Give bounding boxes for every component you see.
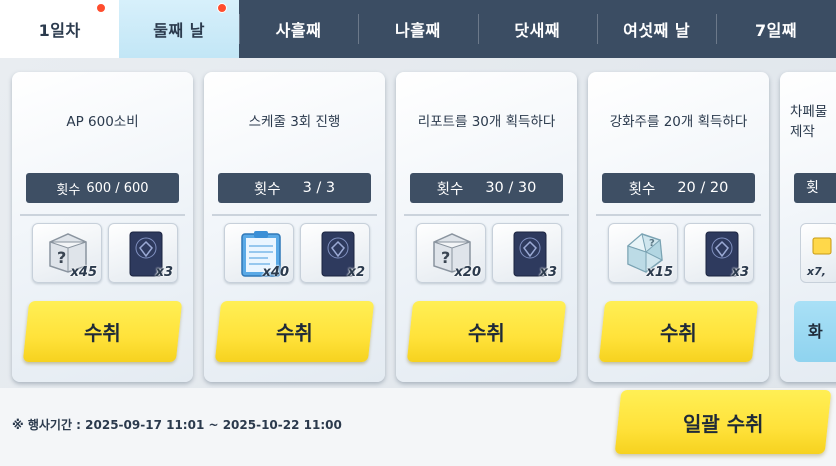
tab-label: 7일째 [755,21,798,40]
tab-day-3[interactable]: 사흘째 [238,0,358,58]
reward-item[interactable]: ? x15 [608,223,678,283]
tab-label: 닷새째 [514,21,561,40]
mission-title-line: 차페물 [790,104,828,120]
tab-day-2[interactable]: 둘째 날 [119,0,239,58]
reward-item[interactable]: x3 [108,223,178,283]
reward-item[interactable]: ? x20 [416,223,486,283]
reward-quantity: x3 [155,265,173,280]
reward-item[interactable]: ? x45 [32,223,102,283]
claim-all-button[interactable]: 일괄 수취 [614,390,832,454]
count-label: 횟수 [56,182,81,198]
notification-badge [216,3,227,13]
count-label: 횟수 [436,181,464,198]
mission-list[interactable]: AP 600소비 횟수 600 / 600 ? x45 x3 수취 스케줄 3회… [0,58,836,388]
mission-title: 차페물 제작 [790,102,827,142]
progress-bar: 횟수 3 / 3 [218,173,371,203]
tab-day-7[interactable]: 7일째 [716,0,835,58]
mission-title: 스케줄 3회 진행 [248,114,341,130]
tab-label: 사흘째 [275,21,322,40]
mission-title: 강화주를 20개 획득하다 [609,114,748,130]
reward-item[interactable]: x2 [300,223,370,283]
reward-quantity: x20 [454,265,481,280]
mission-card: 스케줄 3회 진행 횟수 3 / 3 x40 x2 수취 [204,72,385,382]
tab-day-5[interactable]: 닷새째 [477,0,597,58]
reward-quantity: x3 [539,265,557,280]
reward-quantity: x3 [731,265,749,280]
divider [404,214,569,216]
reward-item[interactable]: x3 [684,223,754,283]
tab-label: 나흘째 [395,21,441,40]
reward-list: ? x20 x3 [416,223,562,283]
svg-text:?: ? [649,238,655,249]
claim-button[interactable]: 수취 [22,301,183,362]
mission-title: AP 600소비 [66,114,139,130]
tab-label: 여섯째 날 [623,21,691,40]
claim-button[interactable]: 수취 [214,301,375,362]
progress-bar: 횟 [794,173,836,203]
claim-label: 수취 [660,321,697,345]
progress-bar: 횟수 30 / 30 [410,173,563,203]
reward-item[interactable]: x40 [224,223,294,283]
reward-list: ? x15 x3 [608,223,754,283]
mission-title-line: 제작 [790,124,815,140]
count-label: 횟수 [628,181,656,198]
reward-item[interactable]: x3 [492,223,562,283]
tab-day-4[interactable]: 나흘째 [358,0,477,58]
tab-day-6[interactable]: 여섯째 날 [596,0,716,58]
reward-list: x40 x2 [224,223,370,283]
divider [212,214,377,216]
count-value: 600 / 600 [86,180,149,196]
tab-label: 1일차 [38,21,81,40]
reward-quantity: x7, [807,265,826,278]
mission-title: 리포트를 30개 획득하다 [417,114,556,130]
claim-label: 수취 [276,321,313,345]
day-tab-bar: 1일차 둘째 날 사흘째 나흘째 닷새째 여섯째 날 7일째 [0,0,836,58]
svg-text:?: ? [441,248,450,267]
claim-button[interactable]: 수취 [406,301,567,362]
event-period: ※ 행사기간 : 2025-09-17 11:01 ~ 2025-10-22 1… [12,418,342,432]
claim-label: 수취 [84,321,121,345]
claim-button[interactable]: 수취 [598,301,759,362]
reward-quantity: x15 [646,265,673,280]
mission-card: AP 600소비 횟수 600 / 600 ? x45 x3 수취 [12,72,193,382]
claim-all-label: 일괄 수취 [682,411,764,436]
divider [20,214,185,216]
reward-list: ? x45 x3 [32,223,178,283]
tab-label: 둘째 날 [153,21,205,40]
claim-button[interactable]: 화 [794,301,836,362]
notification-badge [96,3,107,13]
mission-card: 리포트를 30개 획득하다 횟수 30 / 30 ? x20 x3 수취 [396,72,577,382]
count-label: 횟수 [253,181,281,198]
reward-item[interactable]: x7, [800,223,836,283]
svg-text:?: ? [57,248,66,267]
count-value: 3 / 3 [302,180,336,196]
progress-bar: 횟수 20 / 20 [602,173,755,203]
progress-bar: 횟수 600 / 600 [26,173,179,203]
mission-card: 강화주를 20개 획득하다 횟수 20 / 20 ? x15 x3 수취 [588,72,769,382]
reward-quantity: x40 [262,265,289,280]
count-value: 20 / 20 [677,180,729,196]
mission-card-partial: 차페물 제작 횟 x7, 화 [780,72,836,382]
divider [596,214,761,216]
gold-item-icon [812,237,832,255]
tab-day-1[interactable]: 1일차 [0,0,120,58]
count-value: 30 / 30 [485,180,537,196]
reward-quantity: x45 [70,265,97,280]
claim-label: 수취 [468,321,505,345]
reward-quantity: x2 [347,265,365,280]
